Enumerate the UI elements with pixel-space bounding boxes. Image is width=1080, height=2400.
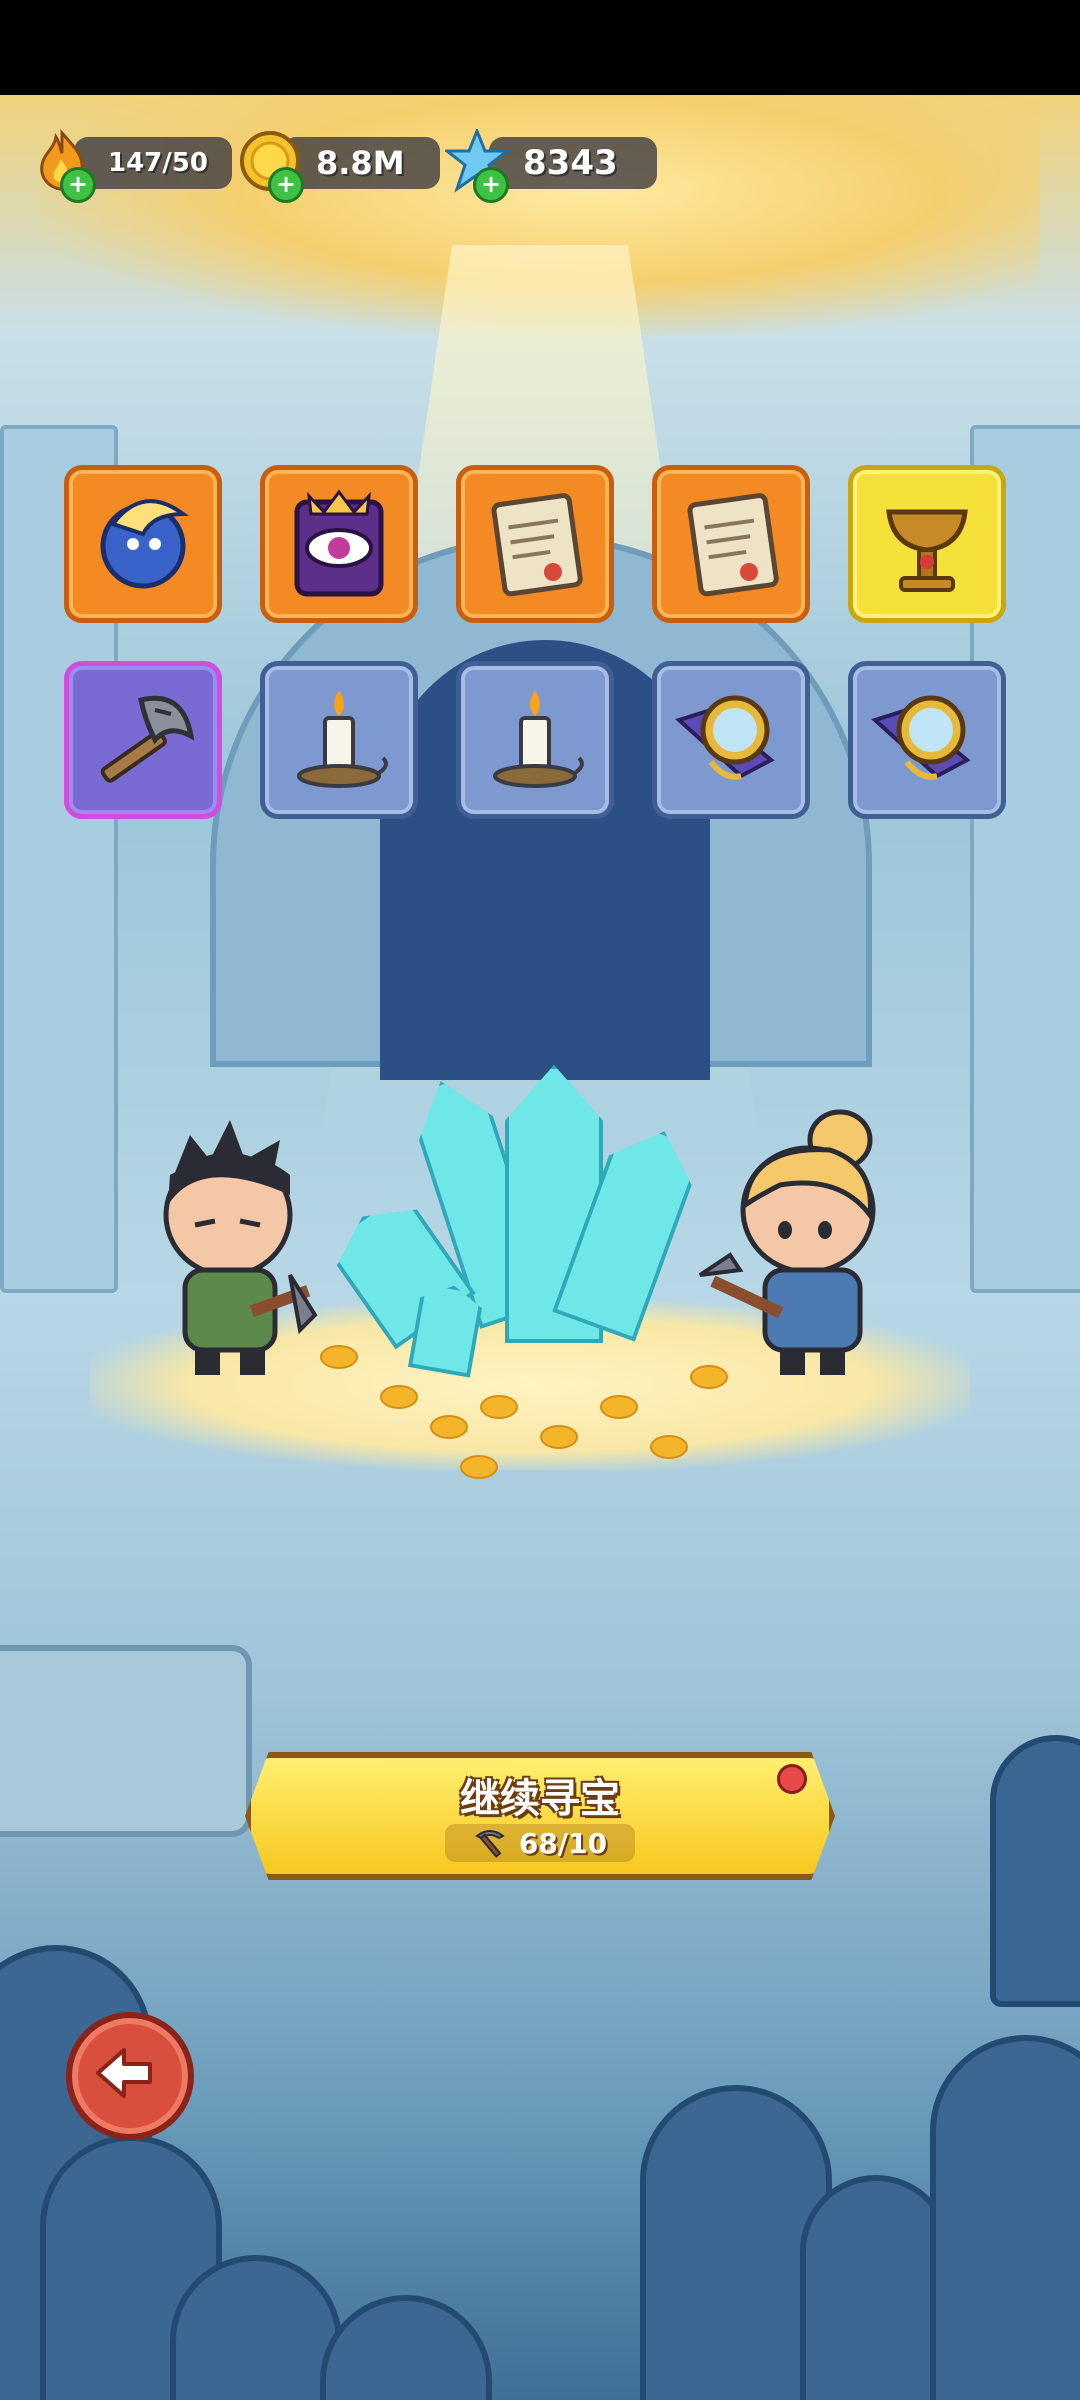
- energy-counter[interactable]: + 147/50: [30, 129, 232, 203]
- candle-icon: [493, 690, 584, 788]
- loot-slot[interactable]: [260, 465, 418, 623]
- gold-coin: [540, 1425, 578, 1449]
- gem-counter[interactable]: + 8343: [445, 129, 657, 203]
- loot-slot[interactable]: [848, 465, 1006, 623]
- gold-coin: [380, 1385, 418, 1409]
- loot-slot[interactable]: [260, 661, 418, 819]
- gold-coin: [600, 1395, 638, 1419]
- pocket-mirror-icon: [675, 695, 775, 780]
- loot-slot[interactable]: [848, 661, 1006, 819]
- gem-value: 8343: [489, 137, 657, 189]
- back-button[interactable]: [66, 2012, 194, 2140]
- add-energy-icon[interactable]: +: [60, 167, 96, 203]
- loot-slot[interactable]: [64, 661, 222, 819]
- status-bar: [0, 0, 1080, 95]
- loot-slot[interactable]: [652, 465, 810, 623]
- scroll-icon: [491, 493, 583, 597]
- miner-character-right: [698, 1109, 876, 1375]
- energy-value: 147/50: [74, 137, 232, 189]
- back-arrow-icon: [96, 2048, 152, 2098]
- spirit-orb-icon: [100, 499, 190, 589]
- scroll-icon: [687, 493, 779, 597]
- loot-slot[interactable]: [652, 661, 810, 819]
- notification-dot: [777, 1764, 807, 1794]
- button-title: 继续寻宝: [460, 1776, 620, 1822]
- pickaxe-counter: 68/10: [445, 1824, 635, 1862]
- axe-icon: [100, 695, 195, 783]
- miner-character-left: [163, 1120, 318, 1375]
- gold-coin: [320, 1345, 358, 1369]
- coin-value: 8.8M: [282, 137, 440, 189]
- rock: [320, 2295, 492, 2400]
- pocket-mirror-icon: [871, 695, 971, 780]
- loot-slot[interactable]: [456, 661, 614, 819]
- gold-coin: [480, 1395, 518, 1419]
- eye-tome-icon: [294, 489, 384, 597]
- rock: [990, 1735, 1080, 2007]
- add-gems-icon[interactable]: +: [473, 167, 509, 203]
- candle-icon: [297, 690, 388, 788]
- gold-coin: [430, 1415, 468, 1439]
- rock: [930, 2035, 1080, 2400]
- fallen-pillar: [0, 1645, 252, 1837]
- continue-treasure-hunt-button[interactable]: 继续寻宝 68/10: [245, 1752, 835, 1880]
- loot-slot[interactable]: [64, 465, 222, 623]
- coin-counter[interactable]: + 8.8M: [238, 131, 440, 203]
- pickaxe-count: 68/10: [518, 1826, 608, 1860]
- add-coins-icon[interactable]: +: [268, 167, 304, 203]
- gold-coin: [460, 1455, 498, 1479]
- loot-slot[interactable]: [456, 465, 614, 623]
- gold-coin: [650, 1435, 688, 1459]
- pickaxe-icon: [475, 1830, 505, 1858]
- chalice-icon: [886, 509, 968, 592]
